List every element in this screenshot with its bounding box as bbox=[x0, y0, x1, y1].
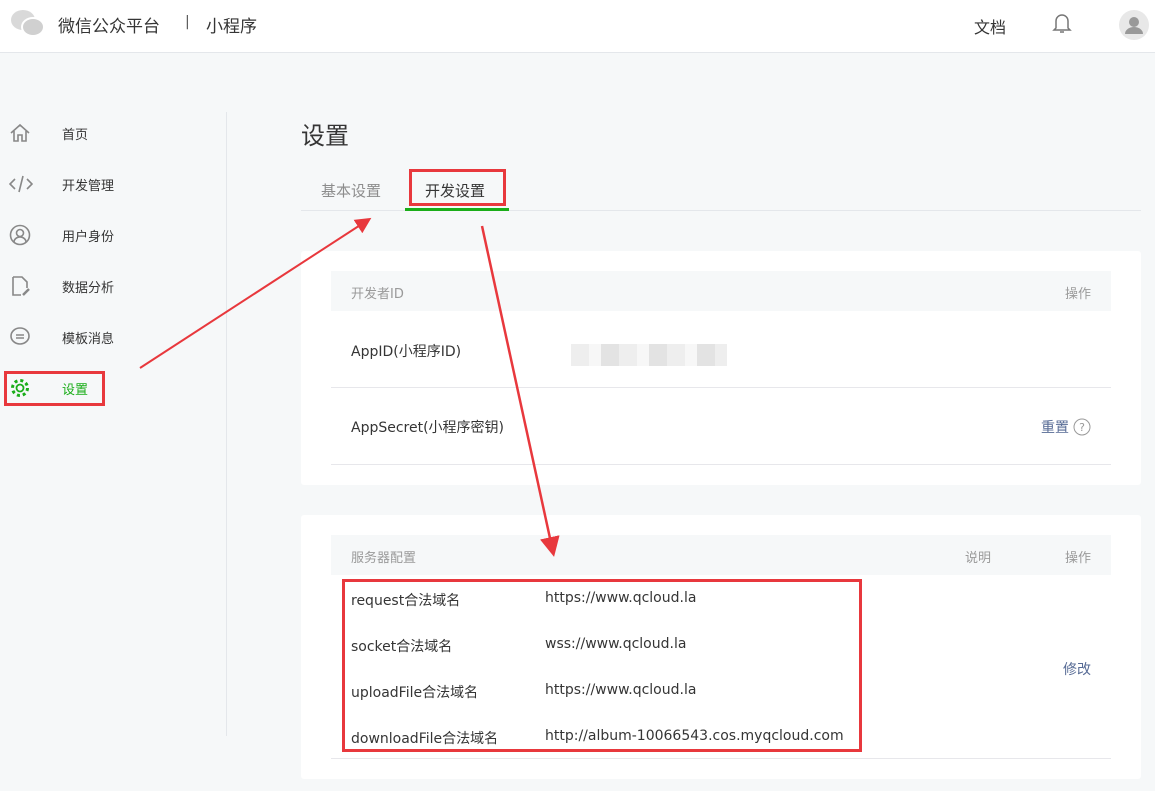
annotation-arrows bbox=[139, 217, 560, 557]
arrow-to-dev-tab bbox=[139, 217, 372, 369]
arrow-to-server-config bbox=[480, 225, 560, 557]
